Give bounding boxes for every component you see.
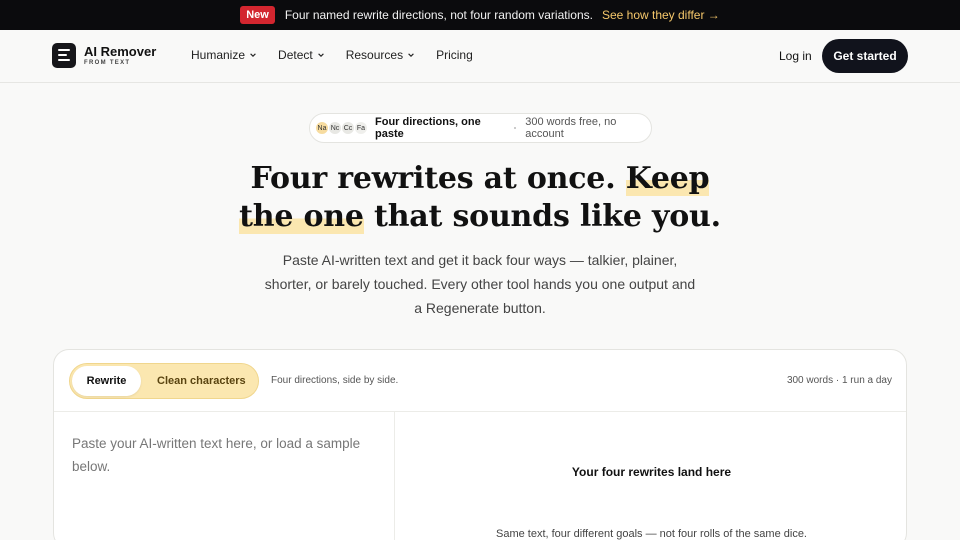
headline-highlight: Keep [625,161,710,196]
nav-item-detect[interactable]: Detect [278,48,325,62]
avatar: Cc [341,121,355,135]
output-subtitle: Same text, four different goals — not fo… [495,528,807,540]
nav-item-resources[interactable]: Resources [346,48,415,62]
announcement-bar: New Four named rewrite directions, not f… [0,0,960,30]
tool-description: Four directions, side by side. [271,375,399,386]
output-title: Your four rewrites land here [571,465,732,479]
pill-note: 300 words free, no account [525,116,617,140]
top-nav: AI Remover FROM TEXT Humanize Detect Res… [0,30,960,83]
brand-subtitle: FROM TEXT [84,60,131,66]
nav-item-humanize[interactable]: Humanize [191,48,257,62]
text-input-area[interactable]: Paste your AI-written text here, or load… [54,412,395,540]
login-link[interactable]: Log in [779,49,812,63]
rewrite-tool-card: Rewrite Clean characters Four directions… [53,349,907,540]
chevron-down-icon [317,53,324,57]
new-badge: New [240,6,275,24]
get-started-button[interactable]: Get started [822,39,908,73]
main-menu: Humanize Detect Resources Pricing [191,48,473,62]
page-title: Four rewrites at once. Keep the one that… [239,161,721,234]
usage-limit: 300 words · 1 run a day [786,375,892,386]
avatar: Na [315,121,329,135]
nav-item-pricing[interactable]: Pricing [436,48,473,62]
brand-logo[interactable]: AI Remover FROM TEXT [52,43,156,68]
logo-icon [52,43,76,68]
headline-highlight: the one [239,199,364,234]
mode-tabs: Rewrite Clean characters [69,363,259,399]
announcement-message: Four named rewrite directions, not four … [284,8,593,22]
tab-clean-characters[interactable]: Clean characters [157,375,246,387]
brand-title: AI Remover [84,44,157,59]
hero-pill: Na Nc Cc Fa Four directions, one paste 3… [309,113,652,143]
announcement-link[interactable]: See how they differ → [602,8,720,22]
chevron-down-icon [408,53,414,57]
avatar: Fa [354,121,368,135]
input-placeholder: Paste your AI-written text here, or load… [72,436,361,474]
pill-separator [514,127,517,129]
pill-title: Four directions, one paste [375,116,481,140]
chevron-down-icon [250,53,256,57]
tab-rewrite[interactable]: Rewrite [72,366,141,396]
avatar-stack: Na Nc Cc Fa [315,121,368,135]
avatar: Nc [328,121,342,135]
hero-subtitle: Paste AI-written text and get it back fo… [264,252,696,316]
